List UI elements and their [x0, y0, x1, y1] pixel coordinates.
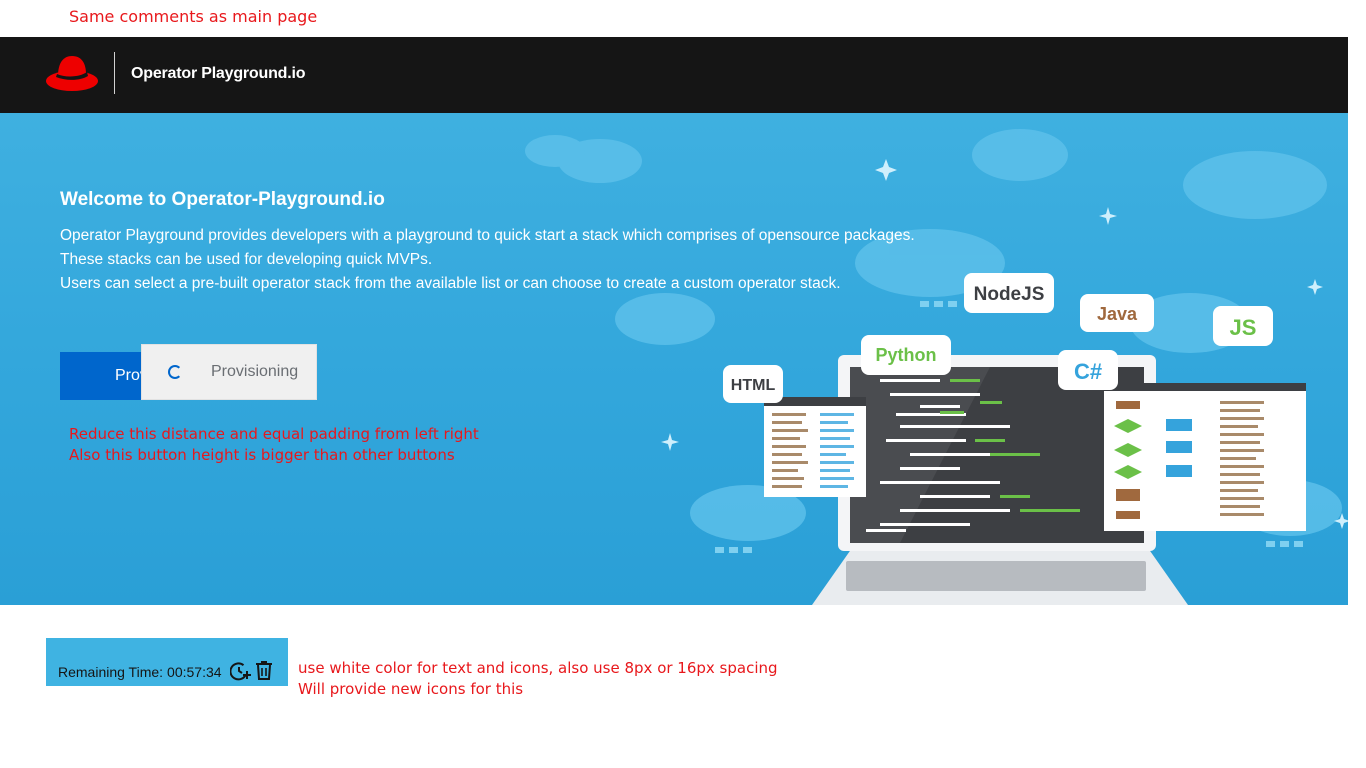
annotation-timer: use white color for text and icons, also… [298, 658, 778, 700]
remaining-time-text: Remaining Time: 00:57:34 [58, 664, 222, 680]
tag-python: Python [861, 335, 951, 375]
svg-text:JS: JS [1230, 315, 1257, 340]
trash-icon[interactable] [255, 660, 273, 680]
svg-text:HTML: HTML [731, 377, 776, 394]
provisioning-button[interactable]: Provisioning [141, 344, 317, 400]
redhat-hat-icon[interactable] [44, 52, 100, 94]
svg-text:Python: Python [876, 345, 937, 365]
annotation-timer-line-1: use white color for text and icons, also… [298, 659, 778, 677]
annotation-button-line-2: Also this button height is bigger than o… [69, 446, 455, 464]
svg-text:Java: Java [1097, 304, 1138, 324]
brand-name[interactable]: Operator Playground.io [131, 65, 305, 83]
annotation-top: Same comments as main page [69, 7, 318, 26]
provisioning-label: Provisioning [211, 363, 299, 380]
remaining-time-bar: Remaining Time: 00:57:34 [46, 638, 288, 686]
provision-button[interactable]: Provision [60, 352, 150, 400]
hero-description-line-2: These stacks can be used for developing … [60, 251, 433, 268]
svg-text:NodeJS: NodeJS [974, 284, 1045, 305]
tag-nodejs: NodeJS [964, 273, 1054, 313]
hero-title: Welcome to Operator-Playground.io [60, 189, 385, 210]
annotation-timer-line-2: Will provide new icons for this [298, 680, 524, 698]
svg-text:C#: C# [1074, 359, 1102, 384]
remaining-time-value: 00:57:34 [167, 664, 222, 680]
masthead-divider [114, 52, 115, 94]
hero-description-line-3: Users can select a pre-built operator st… [60, 275, 841, 292]
spinner-icon [168, 365, 182, 379]
annotation-button-line-1: Reduce this distance and equal padding f… [69, 425, 479, 443]
clock-plus-icon[interactable] [230, 661, 252, 681]
tag-java: Java [1080, 294, 1154, 332]
remaining-time-label: Remaining Time: [58, 664, 164, 680]
tag-html: HTML [723, 365, 783, 403]
hero-banner: NodeJS Java JS Python C# HTML Welcome to… [0, 113, 1348, 605]
tag-js: JS [1213, 306, 1273, 346]
annotation-button-spacing: Reduce this distance and equal padding f… [69, 424, 479, 466]
hero-description-line-1: Operator Playground provides developers … [60, 227, 915, 244]
tag-csharp: C# [1058, 350, 1118, 390]
masthead: Operator Playground.io [0, 37, 1348, 113]
